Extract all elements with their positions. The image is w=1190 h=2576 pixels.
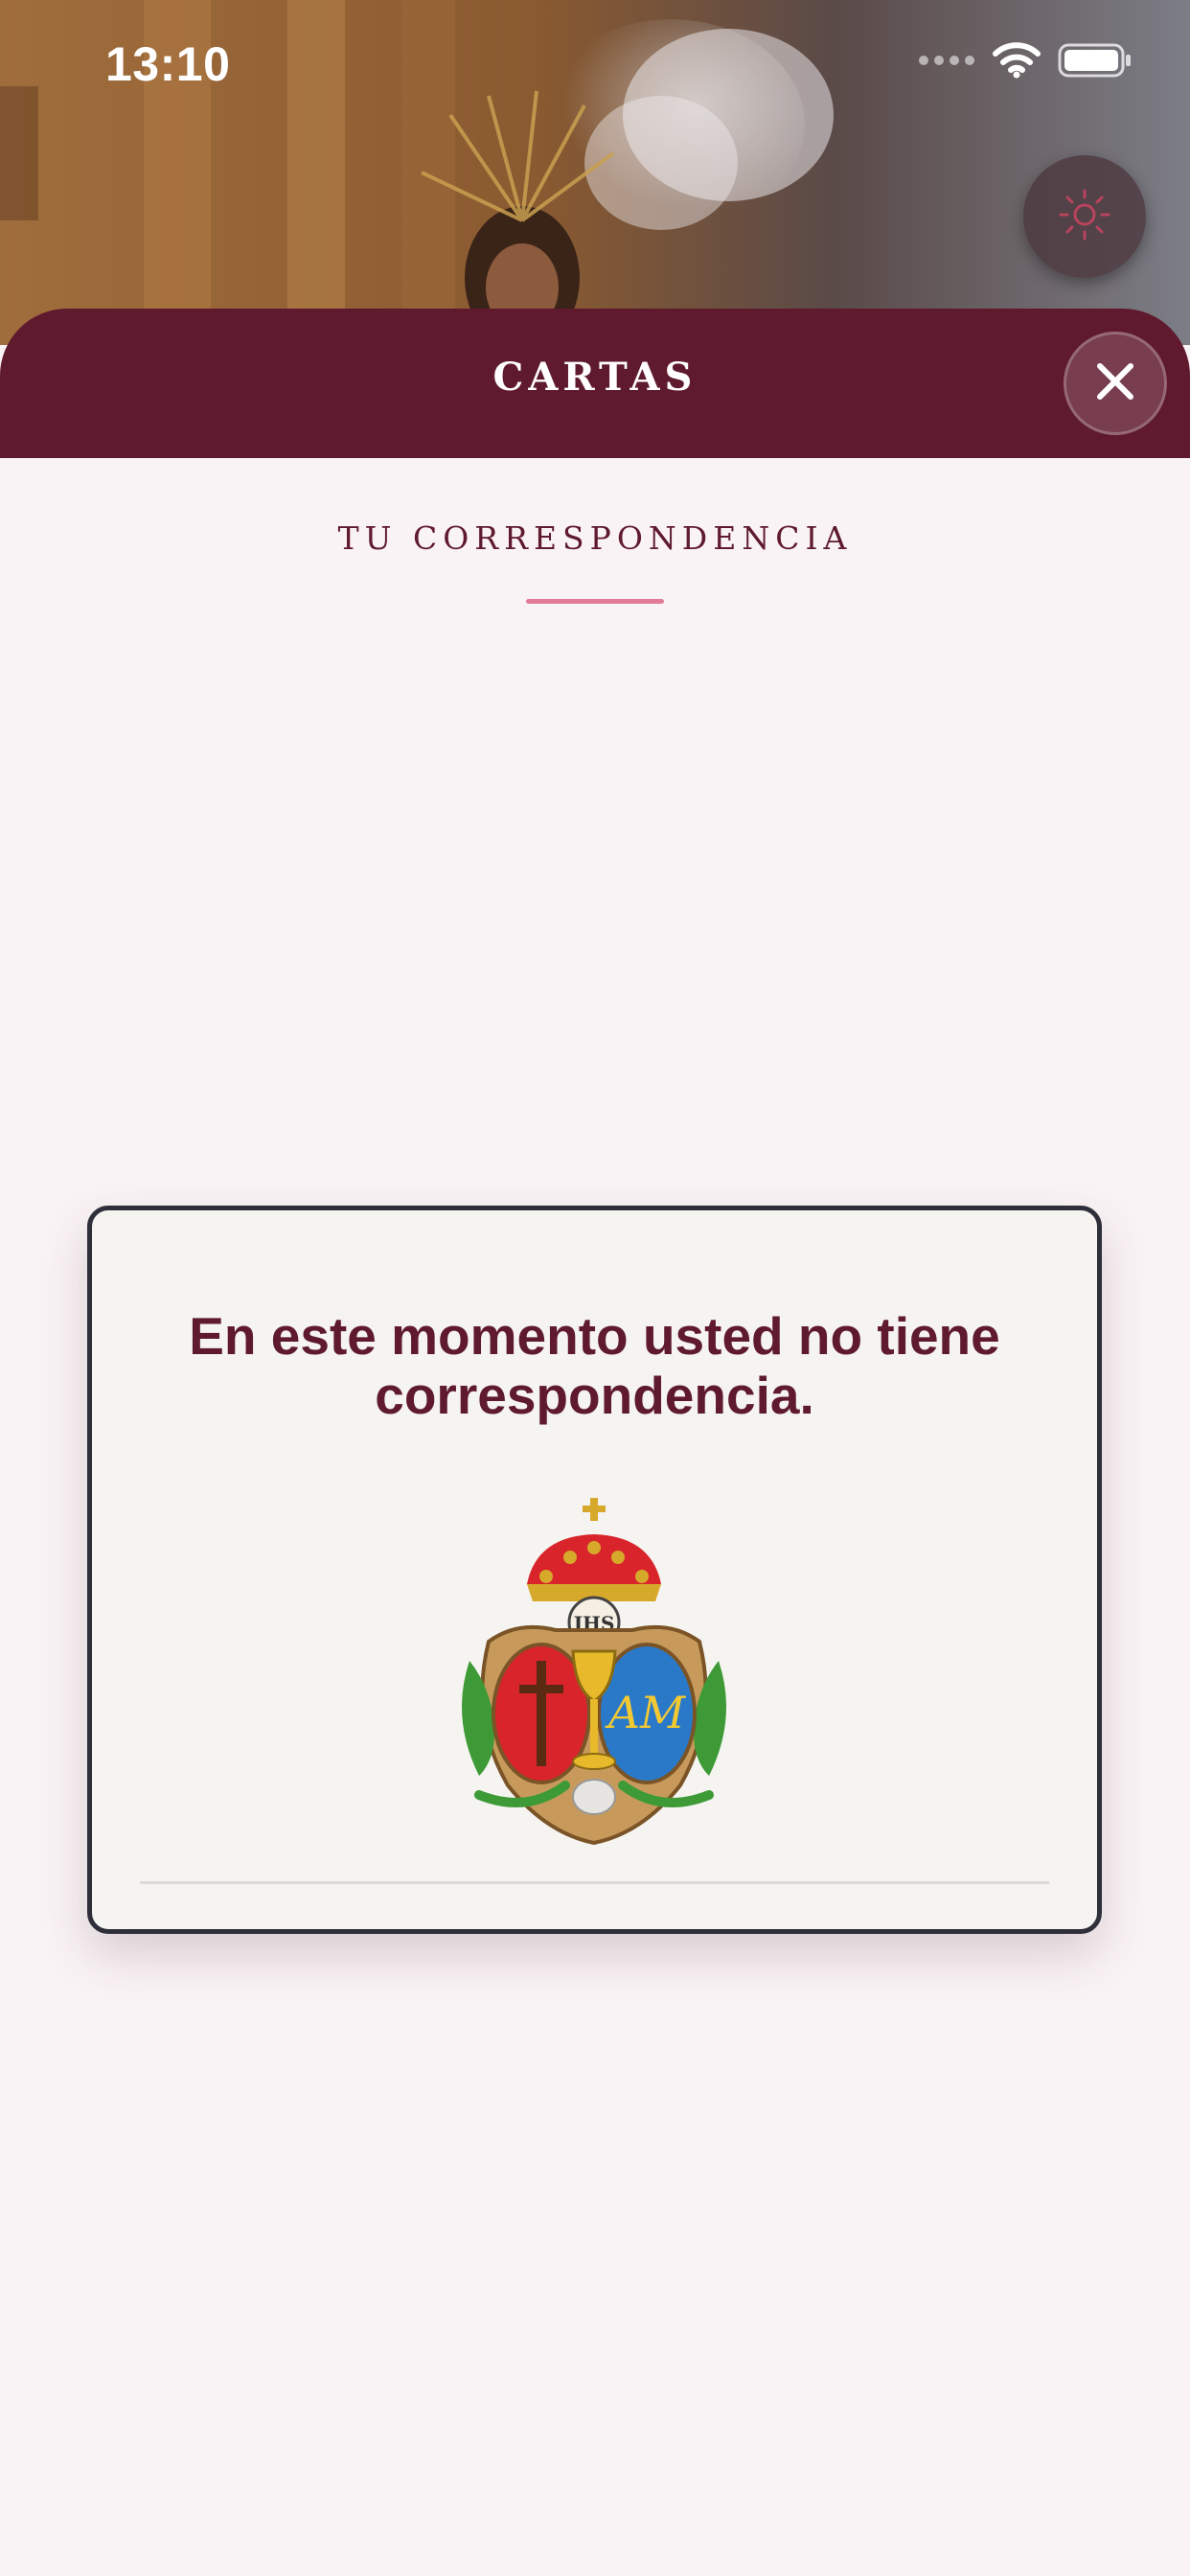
- empty-state-message: En este momento usted no tiene correspon…: [189, 1306, 1000, 1425]
- theme-toggle-button[interactable]: [1023, 155, 1146, 278]
- close-button[interactable]: [1064, 332, 1167, 435]
- close-icon: [1094, 360, 1136, 407]
- section-underline: [526, 599, 664, 604]
- status-icons: [918, 40, 1133, 84]
- section-title: TU CORRESPONDENCIA: [337, 519, 853, 557]
- wifi-icon: [993, 41, 1041, 83]
- signal-dots-icon: [918, 54, 975, 72]
- page-title: CARTAS: [492, 355, 698, 400]
- empty-state-card: En este momento usted no tiene correspon…: [87, 1206, 1102, 1934]
- status-bar: 13:10: [0, 0, 1190, 129]
- status-time: 13:10: [105, 37, 231, 91]
- battery-icon: [1058, 43, 1133, 82]
- svg-text:AM: AM: [605, 1687, 687, 1738]
- sun-icon: [1056, 186, 1113, 248]
- brotherhood-crest: JHS AM: [450, 1498, 738, 1846]
- sheet-header: CARTAS: [0, 309, 1190, 458]
- card-divider: [140, 1881, 1049, 1884]
